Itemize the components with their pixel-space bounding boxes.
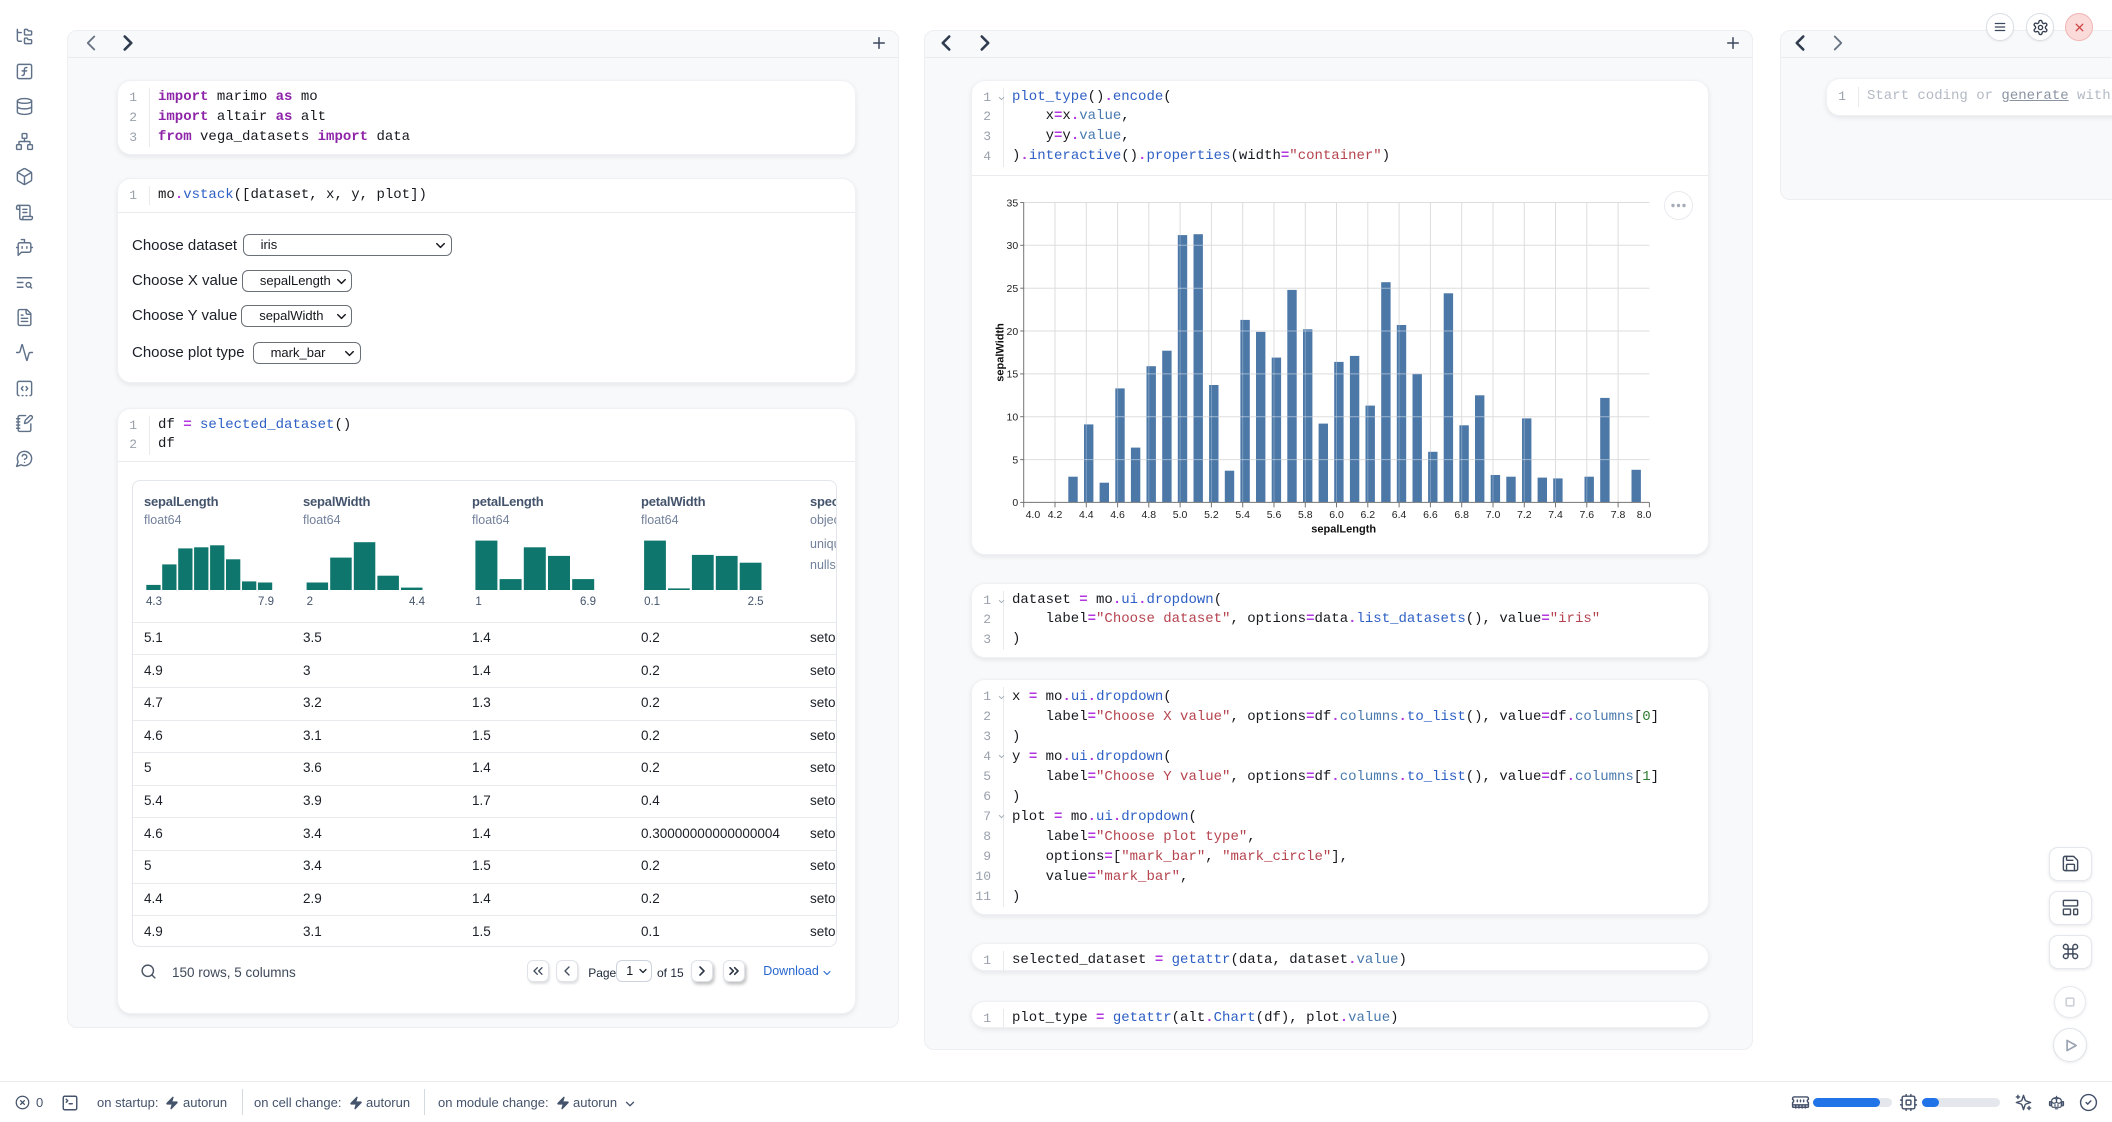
svg-text:6.0: 6.0 [1329, 509, 1344, 521]
svg-text:4.6: 4.6 [1110, 509, 1125, 521]
svg-text:7.4: 7.4 [1548, 509, 1563, 521]
svg-text:6.8: 6.8 [1454, 509, 1469, 521]
svg-text:8.0: 8.0 [1637, 509, 1652, 521]
svg-text:sepalWidth: sepalWidth [995, 323, 1007, 382]
svg-text:7.0: 7.0 [1486, 509, 1501, 521]
svg-text:7.6: 7.6 [1579, 509, 1594, 521]
svg-text:5.6: 5.6 [1267, 509, 1282, 521]
svg-text:6.6: 6.6 [1423, 509, 1438, 521]
svg-text:5.4: 5.4 [1235, 509, 1250, 521]
svg-text:25: 25 [1007, 283, 1019, 295]
svg-text:10: 10 [1007, 412, 1019, 424]
svg-text:6.4: 6.4 [1392, 509, 1407, 521]
svg-text:20: 20 [1007, 326, 1019, 338]
svg-text:35: 35 [1007, 197, 1019, 209]
svg-text:sepalLength: sepalLength [1311, 524, 1376, 536]
svg-text:4.2: 4.2 [1048, 509, 1063, 521]
svg-text:15: 15 [1007, 369, 1019, 381]
svg-text:5.8: 5.8 [1298, 509, 1313, 521]
svg-text:5: 5 [1012, 454, 1018, 466]
svg-text:6.2: 6.2 [1360, 509, 1375, 521]
svg-text:5.0: 5.0 [1173, 509, 1188, 521]
svg-text:4.8: 4.8 [1141, 509, 1156, 521]
svg-text:0: 0 [1012, 497, 1018, 509]
svg-text:4.0: 4.0 [1026, 509, 1041, 521]
svg-text:4.4: 4.4 [1079, 509, 1094, 521]
svg-text:30: 30 [1007, 240, 1019, 252]
svg-text:7.8: 7.8 [1611, 509, 1626, 521]
svg-text:7.2: 7.2 [1517, 509, 1532, 521]
svg-text:5.2: 5.2 [1204, 509, 1219, 521]
